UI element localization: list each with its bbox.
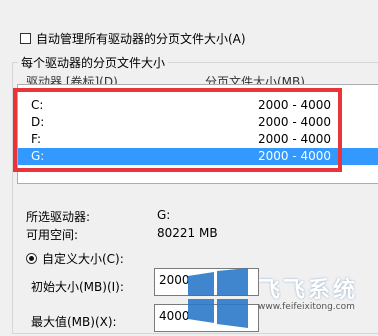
custom-size-radio[interactable] [26, 253, 37, 264]
selected-drive-value: G: [157, 208, 171, 222]
auto-manage-label: 自动管理所有驱动器的分页文件大小(A) [36, 32, 246, 46]
group-title: 每个驱动器的分页文件大小 [18, 54, 169, 71]
highlight-box [13, 88, 342, 172]
initial-size-label: 初始大小(MB)(I): [31, 280, 124, 294]
windows-logo-icon [188, 268, 248, 328]
auto-manage-checkbox[interactable] [20, 33, 31, 44]
watermark-brand: 飞飞系统 [258, 278, 359, 303]
free-space-value: 80221 MB [157, 226, 218, 240]
watermark-url: www.feifeixitong.com [258, 302, 355, 312]
max-size-label: 最大值(MB)(X): [31, 315, 117, 329]
custom-size-label: 自定义大小(C): [42, 252, 124, 266]
free-space-label: 可用空间: [26, 228, 79, 242]
selected-drive-label: 所选驱动器: [26, 210, 91, 224]
